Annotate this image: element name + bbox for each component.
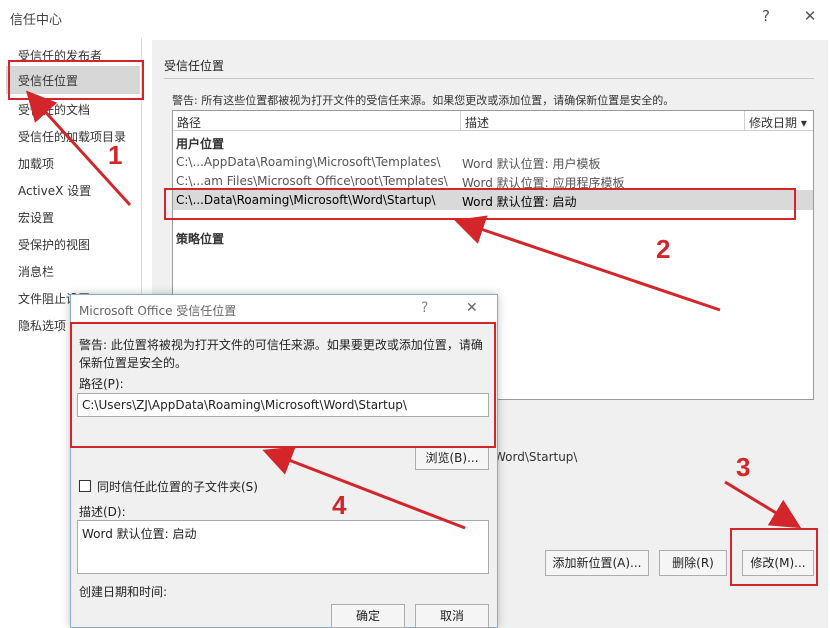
annotation-number-4: 4	[332, 490, 347, 520]
arrow-3	[724, 480, 802, 529]
annotation-number-3: 3	[736, 452, 751, 482]
arrow-2	[454, 215, 721, 312]
arrow-4	[262, 446, 466, 530]
annotation-arrows	[25, 90, 802, 530]
annotation-number-1: 1	[108, 140, 123, 170]
annotation-number-2: 2	[656, 234, 671, 264]
